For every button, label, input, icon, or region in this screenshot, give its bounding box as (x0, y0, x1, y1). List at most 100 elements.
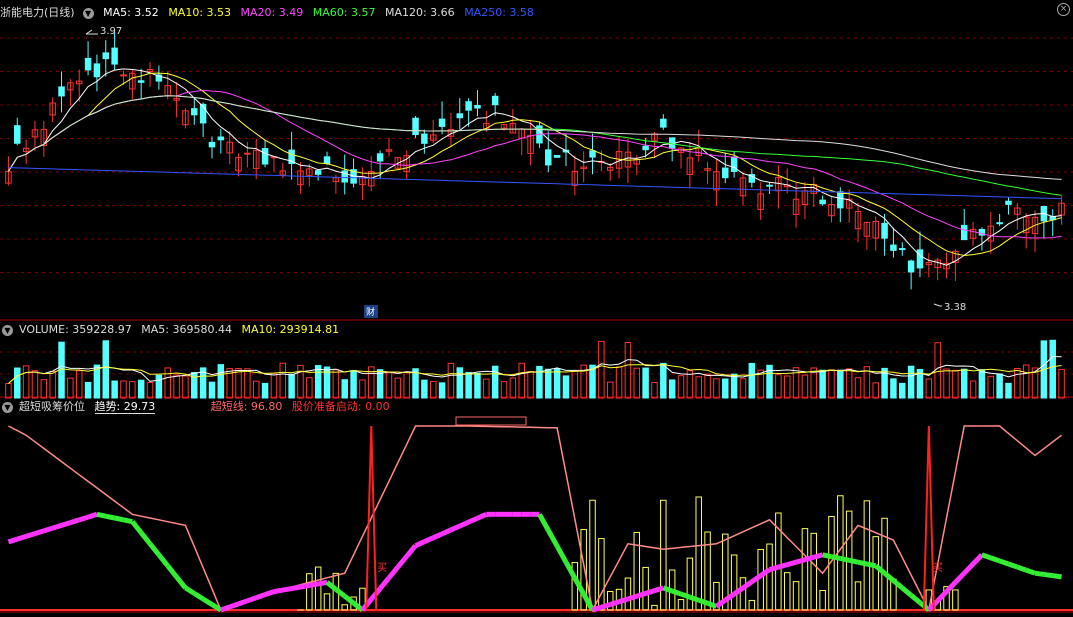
volume-bar (996, 373, 1003, 399)
candle (722, 167, 729, 179)
indicator-panel-header: ▼ 超短吸筹价位 趋势: 29.73 超短线: 96.80 股价准备启动: 0.0… (0, 398, 396, 416)
volume-bar (429, 381, 437, 399)
trend-segment (432, 531, 444, 541)
stock-name: 浙能电力 (0, 6, 44, 19)
histogram-bar (766, 543, 773, 611)
volume-bar (102, 340, 110, 399)
candle (137, 80, 145, 83)
volume-bar (75, 370, 83, 399)
volume-bar (934, 342, 941, 399)
volume-bar (22, 365, 30, 399)
candle (208, 141, 216, 148)
trend-segment (848, 557, 859, 565)
trend-segment (387, 565, 400, 580)
volume-bar (925, 378, 933, 399)
volume-bar (739, 378, 747, 399)
candle (421, 133, 428, 144)
volume-bar (341, 379, 348, 399)
chevron-down-icon[interactable]: ▼ (2, 401, 13, 413)
candle (474, 104, 481, 109)
volume-bar (244, 368, 251, 399)
trend-segment (935, 589, 949, 603)
volume-ma5-line (8, 355, 1062, 384)
candle (553, 155, 561, 158)
volume-bar (403, 371, 410, 399)
histogram-bar (863, 500, 871, 611)
volume-bar (642, 367, 649, 399)
buy-signal-label: 买 (377, 562, 387, 574)
trend-segment (139, 531, 152, 546)
trend-segment (458, 519, 470, 529)
candle (589, 150, 596, 158)
launch-spike (922, 425, 935, 611)
volume-bar (84, 381, 92, 399)
trend-segment (282, 586, 293, 593)
volume-bar (421, 379, 428, 399)
volume-bar (722, 378, 729, 399)
trend-segment (644, 588, 656, 596)
trend-segment (184, 585, 196, 596)
volume-bar (1005, 382, 1012, 399)
volume-bar (545, 368, 552, 399)
candle (890, 244, 897, 251)
trend-segment (378, 576, 391, 591)
candle (111, 47, 118, 65)
low-marker-arrow (933, 303, 942, 307)
trend-segment (909, 593, 922, 605)
volume-bar (899, 382, 906, 399)
chevron-down-icon[interactable]: ▼ (82, 7, 94, 19)
candle (217, 136, 225, 141)
trend-segment (87, 511, 98, 520)
candle (120, 74, 127, 77)
candle (766, 184, 773, 187)
volume-bar (615, 366, 623, 399)
trend-segment (273, 587, 284, 595)
candle (93, 63, 101, 78)
volume-bar (775, 374, 782, 399)
histogram-bar (704, 531, 711, 611)
ma60-label: MA60: 3.57 (312, 6, 376, 19)
trend-segment (953, 571, 967, 585)
volume-bar (1014, 367, 1021, 399)
volume-bar (359, 379, 366, 399)
top-zone-box (455, 416, 527, 426)
candle (1005, 200, 1012, 205)
histogram-bar (314, 566, 322, 611)
volume-bar (837, 369, 844, 399)
trend-segment (291, 584, 301, 591)
volume-bar (279, 362, 287, 399)
trend-segment (60, 520, 72, 528)
volume-bar (111, 380, 118, 399)
buy-signal-label: 买 (933, 562, 943, 574)
trend-segment (662, 585, 673, 594)
trend-segment (813, 552, 824, 560)
volume-bar (872, 382, 879, 399)
trend-segment (105, 513, 116, 521)
trend-segment (1034, 570, 1045, 577)
candle (14, 125, 21, 144)
trend-segment (563, 560, 578, 580)
ma5-line (7, 68, 1062, 266)
trend-segment (414, 539, 426, 548)
trend-segment (34, 528, 45, 537)
volume-bar (456, 367, 464, 399)
trend-segment (114, 515, 124, 523)
volume-bar (509, 377, 517, 399)
candle (314, 170, 322, 175)
trend-segment (69, 517, 80, 525)
volume-bar (660, 362, 667, 399)
histogram-bar (323, 593, 331, 611)
trend-segment (627, 593, 638, 602)
trend-segment (78, 514, 89, 523)
trend-segment (43, 525, 54, 534)
volume-bar (748, 362, 756, 399)
volume-bar (438, 382, 446, 399)
trend-segment (51, 522, 63, 531)
close-icon[interactable]: × (1057, 3, 1070, 16)
volume-bar (137, 379, 145, 399)
short-line (8, 425, 1063, 613)
trend-segment (962, 562, 975, 575)
chevron-down-icon[interactable]: ▼ (2, 324, 13, 336)
trend-segment (697, 597, 709, 606)
trend-segment (1007, 561, 1019, 570)
